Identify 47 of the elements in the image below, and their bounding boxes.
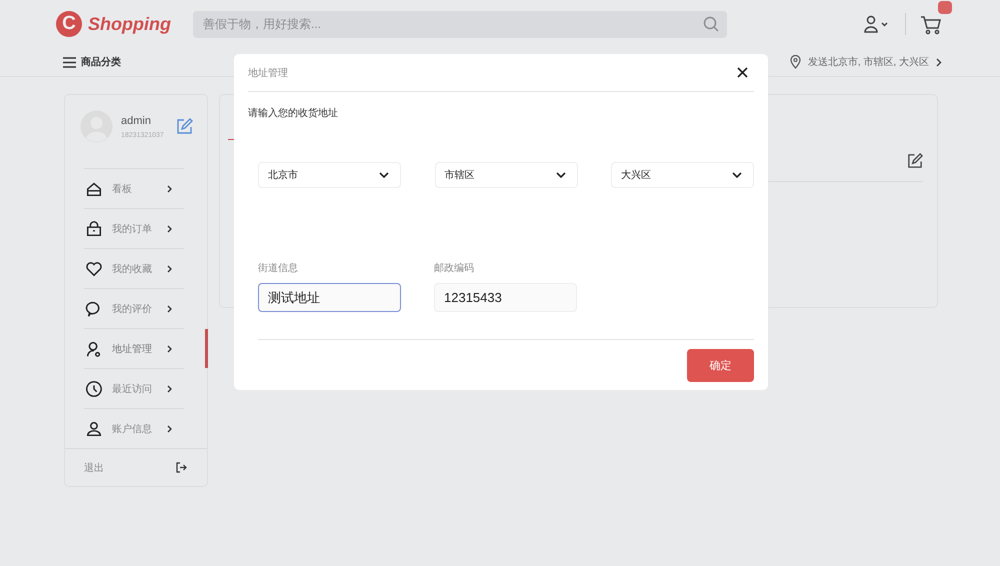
logo-text: Shopping [88,14,171,34]
close-icon[interactable] [737,67,748,78]
logo-icon: C [56,11,82,37]
sidebar-item[interactable]: 地址管理 [112,342,158,356]
clock-icon [85,380,103,398]
region-select[interactable]: 市辖区 [434,162,578,188]
sidebar-item[interactable]: 我的评价 [112,302,158,316]
sidebar-item[interactable]: 账户信息 [112,422,158,436]
sidebar-item[interactable]: 我的收藏 [112,262,158,276]
input-field[interactable]: 12315433 [434,283,577,312]
sidebar-item[interactable]: 看板 [112,182,158,196]
delivery-location[interactable]: 发送北京市, 市辖区, 大兴区 [808,55,929,69]
field-label: 街道信息 [258,262,299,275]
chevron-right-icon [167,224,172,232]
chevron-down-icon [379,172,389,178]
chevron-right-icon [167,264,172,272]
active-indicator [205,329,208,368]
field-label: 邮政编码 [434,262,475,275]
dialog-intro: 请输入您的收货地址 [248,106,339,120]
person-pin-icon [85,340,103,358]
user-name: admin [121,114,152,126]
chevron-right-icon [167,384,172,392]
chevron-right-icon [167,304,172,312]
search-field[interactable]: 善假于物，用好搜索... [192,10,727,38]
logout-link[interactable]: 退出 [84,460,104,474]
region-select[interactable]: 大兴区 [611,162,754,188]
sidebar-item[interactable]: 最近访问 [112,382,158,396]
chevron-down-icon [556,172,566,178]
user-icon [85,420,103,438]
cart-icon[interactable] [920,15,942,35]
chevron-down-icon [732,172,742,178]
confirm-button[interactable]: 确定 [687,348,754,382]
region-select[interactable]: 北京市 [258,162,401,188]
lock-icon [85,220,103,238]
chevron-right-icon [167,344,172,352]
edit-icon[interactable] [907,153,923,169]
location-pin-icon [790,55,801,69]
logout-icon[interactable] [176,462,187,473]
category-menu[interactable]: 商品分类 [81,55,121,69]
heart-icon [85,260,103,278]
chevron-right-icon [167,424,172,432]
sidebar-item[interactable]: 我的订单 [112,222,158,236]
input-field[interactable]: 测试地址 [258,283,401,312]
dialog-title: 地址管理 [248,66,288,80]
chevron-right-icon[interactable] [936,58,942,66]
menu-icon[interactable] [63,56,76,68]
chevron-right-icon [167,184,172,192]
